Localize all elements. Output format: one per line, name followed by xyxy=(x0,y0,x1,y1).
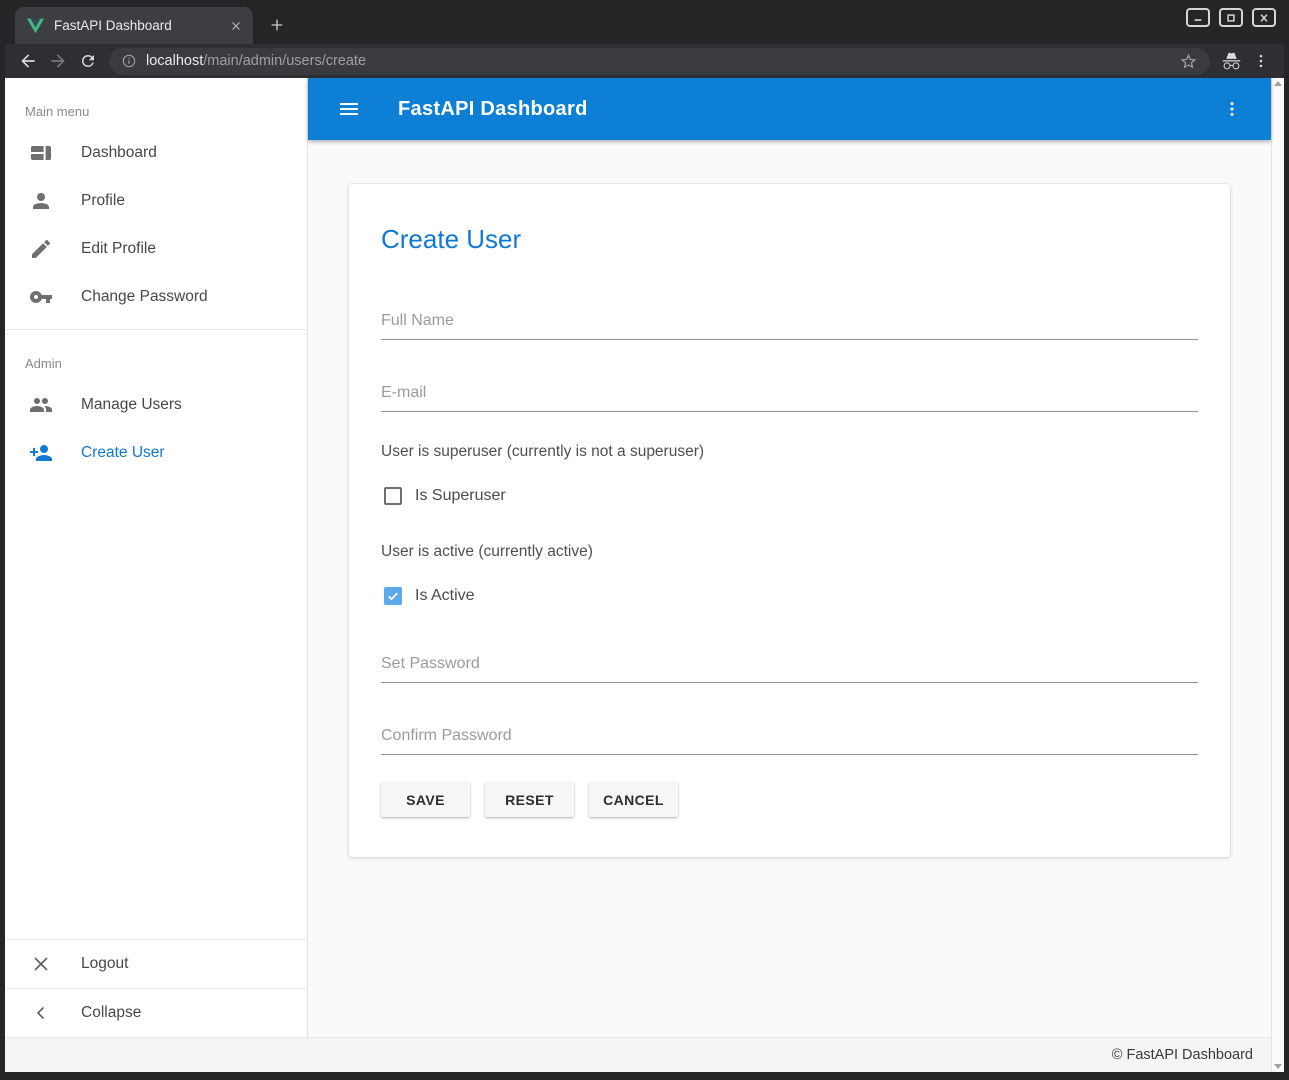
is-superuser-checkbox[interactable] xyxy=(384,487,402,505)
page-scrollbar[interactable] xyxy=(1271,78,1284,1072)
window-controls xyxy=(1186,8,1276,27)
minimize-button[interactable] xyxy=(1186,8,1210,27)
sidebar-item-label: Collapse xyxy=(81,1004,141,1022)
sidebar-item-label: Profile xyxy=(81,192,125,210)
page: Main menu Dashboard Profile xyxy=(5,78,1284,1072)
scroll-down-arrow-icon[interactable] xyxy=(1274,1064,1282,1069)
main-content: FastAPI Dashboard Create User xyxy=(308,78,1271,1037)
sidebar-item-label: Edit Profile xyxy=(81,240,156,258)
reset-button[interactable]: RESET xyxy=(485,782,574,817)
close-window-button[interactable] xyxy=(1252,8,1276,27)
sidebar-item-logout[interactable]: Logout xyxy=(5,940,307,988)
sidebar: Main menu Dashboard Profile xyxy=(5,78,308,1037)
password-input[interactable] xyxy=(381,655,1198,673)
copyright-text: © FastAPI Dashboard xyxy=(1112,1047,1253,1063)
is-active-checkbox-row[interactable]: Is Active xyxy=(381,587,1198,605)
footer: © FastAPI Dashboard xyxy=(5,1037,1271,1072)
browser-tab[interactable]: FastAPI Dashboard xyxy=(15,7,253,44)
app-bar-kebab-icon[interactable] xyxy=(1217,94,1247,124)
person-icon xyxy=(29,189,53,213)
is-superuser-checkbox-row[interactable]: Is Superuser xyxy=(381,487,1198,505)
address-bar[interactable]: localhost/main/admin/users/create xyxy=(109,48,1210,75)
info-icon[interactable] xyxy=(121,53,137,69)
close-icon xyxy=(29,952,53,976)
create-user-card: Create User User is superuser (currently… xyxy=(349,184,1230,857)
tab-strip: FastAPI Dashboard xyxy=(5,0,1284,44)
sidebar-section-label: Admin xyxy=(25,356,307,371)
password-field-wrap xyxy=(381,655,1198,683)
dashboard-icon xyxy=(29,141,53,165)
sidebar-item-label: Logout xyxy=(81,955,128,973)
bookmark-star-icon[interactable] xyxy=(1179,52,1198,71)
sidebar-item-profile[interactable]: Profile xyxy=(5,177,307,225)
scroll-up-arrow-icon[interactable] xyxy=(1274,81,1282,86)
url-host: localhost xyxy=(146,53,203,69)
url-text: localhost/main/admin/users/create xyxy=(146,53,366,69)
form-buttons: SAVE RESET CANCEL xyxy=(381,782,1198,817)
sidebar-item-label: Create User xyxy=(81,444,165,462)
email-field-wrap xyxy=(381,384,1198,412)
page-title: Create User xyxy=(381,224,1198,255)
key-icon xyxy=(29,285,53,309)
is-active-label: Is Active xyxy=(415,587,475,605)
confirm-password-field-wrap xyxy=(381,727,1198,755)
full-name-field-wrap xyxy=(381,312,1198,340)
forward-button[interactable] xyxy=(43,47,73,75)
sidebar-spacer xyxy=(5,477,307,939)
sidebar-item-create-user[interactable]: Create User xyxy=(5,429,307,477)
sidebar-item-change-password[interactable]: Change Password xyxy=(5,273,307,321)
new-tab-button[interactable] xyxy=(263,11,291,39)
active-hint: User is active (currently active) xyxy=(381,543,1198,561)
superuser-hint: User is superuser (currently is not a su… xyxy=(381,443,1198,461)
browser-toolbar: localhost/main/admin/users/create xyxy=(5,44,1284,78)
sidebar-item-dashboard[interactable]: Dashboard xyxy=(5,129,307,177)
is-active-checkbox[interactable] xyxy=(384,587,402,605)
chevron-left-icon xyxy=(29,1001,53,1025)
sidebar-item-label: Change Password xyxy=(81,288,208,306)
sidebar-item-collapse[interactable]: Collapse xyxy=(5,989,307,1037)
vue-logo-icon xyxy=(27,18,44,34)
reload-button[interactable] xyxy=(73,47,103,75)
sidebar-item-manage-users[interactable]: Manage Users xyxy=(5,381,307,429)
url-path: /main/admin/users/create xyxy=(203,53,366,69)
confirm-password-input[interactable] xyxy=(381,727,1198,745)
people-icon xyxy=(29,393,53,417)
cancel-button[interactable]: CANCEL xyxy=(589,782,678,817)
sidebar-section-label: Main menu xyxy=(25,104,307,119)
email-input[interactable] xyxy=(381,384,1198,402)
browser-menu-kebab-icon[interactable] xyxy=(1246,47,1276,75)
pencil-icon xyxy=(29,237,53,261)
app-bar-title: FastAPI Dashboard xyxy=(398,98,588,121)
sidebar-item-edit-profile[interactable]: Edit Profile xyxy=(5,225,307,273)
sidebar-item-label: Dashboard xyxy=(81,144,157,162)
sidebar-item-label: Manage Users xyxy=(81,396,182,414)
tab-close-icon[interactable] xyxy=(227,17,245,35)
save-button[interactable]: SAVE xyxy=(381,782,470,817)
full-name-input[interactable] xyxy=(381,312,1198,330)
maximize-button[interactable] xyxy=(1219,8,1243,27)
is-superuser-label: Is Superuser xyxy=(415,487,506,505)
incognito-icon xyxy=(1216,47,1246,75)
tab-title: FastAPI Dashboard xyxy=(54,18,227,33)
sidebar-divider xyxy=(5,329,307,330)
hamburger-menu-icon[interactable] xyxy=(334,94,364,124)
browser-window: FastAPI Dashboard xyxy=(0,0,1289,1080)
app-bar: FastAPI Dashboard xyxy=(308,78,1271,140)
person-add-icon xyxy=(29,441,53,465)
back-button[interactable] xyxy=(13,47,43,75)
